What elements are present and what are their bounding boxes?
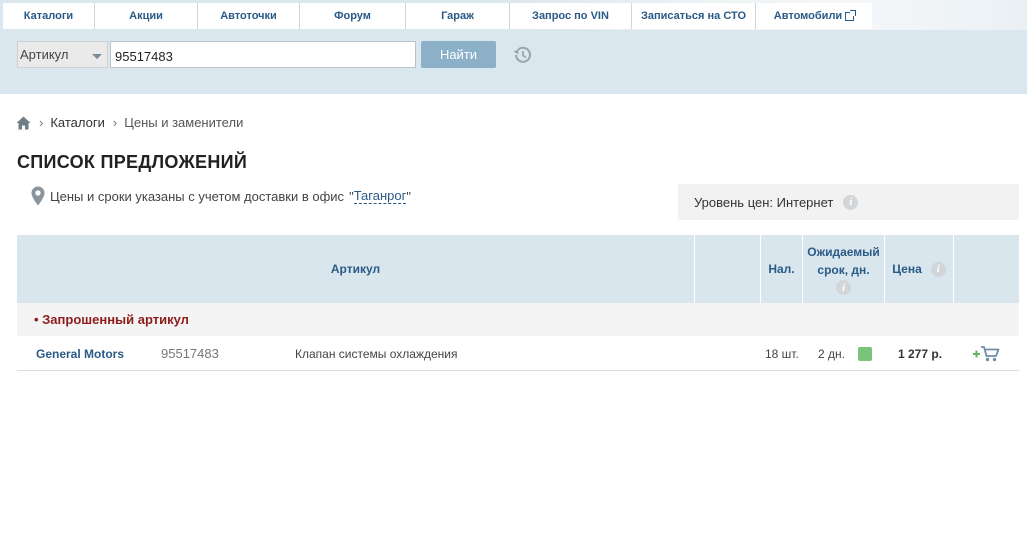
row-article: 95517483 (161, 346, 219, 361)
home-icon[interactable] (16, 116, 31, 130)
row-brand[interactable]: General Motors (36, 336, 124, 371)
price-level-box: Уровень цен: Интернет i (678, 184, 1019, 220)
nav-item-catalogs[interactable]: Каталоги (3, 3, 95, 29)
delivery-text: Цены и сроки указаны с учетом доставки в… (50, 188, 345, 204)
nav-item-service-booking[interactable]: Записаться на СТО (632, 3, 756, 29)
header-expected-term[interactable]: Ожидаемый срок, дн. i (803, 235, 885, 303)
offers-table: Артикул Нал. Ожидаемый срок, дн. i Цена … (17, 235, 1019, 371)
nav-item-cars[interactable]: Автомобили (756, 3, 872, 29)
breadcrumb-current: Цены и заменители (124, 115, 244, 130)
info-icon[interactable]: i (930, 261, 946, 277)
header-price[interactable]: Цена i (885, 235, 954, 303)
search-type-select[interactable]: Артикул (17, 41, 108, 68)
main-nav: Каталоги Акции Автоточки Форум Гараж Зап… (3, 3, 872, 29)
group-label-requested: • Запрошенный артикул (17, 303, 1019, 336)
header-actions (954, 235, 1019, 303)
nav-item-forum[interactable]: Форум (300, 3, 406, 29)
row-quantity: 18 шт. (765, 346, 799, 361)
search-input[interactable] (110, 41, 416, 68)
info-icon[interactable]: i (843, 194, 859, 210)
row-price: 1 277 р. (898, 346, 943, 361)
table-header: Артикул Нал. Ожидаемый срок, дн. i Цена … (17, 235, 1019, 303)
header-empty (695, 235, 761, 303)
price-level-text: Уровень цен: Интернет (694, 194, 834, 210)
nav-item-vin-request[interactable]: Запрос по VIN (510, 3, 632, 29)
top-header: Каталоги Акции Автоточки Форум Гараж Зап… (0, 0, 1027, 94)
chevron-right-icon: › (112, 115, 118, 130)
search-button[interactable]: Найти (421, 41, 496, 68)
external-link-icon (845, 9, 857, 21)
nav-item-promotions[interactable]: Акции (95, 3, 198, 29)
nav-item-garage[interactable]: Гараж (406, 3, 510, 29)
breadcrumb: › Каталоги › Цены и заменители (16, 115, 243, 130)
header-availability[interactable]: Нал. (761, 235, 803, 303)
header-article[interactable]: Артикул (17, 235, 695, 303)
add-to-cart-button[interactable] (972, 336, 1000, 371)
add-to-cart-icon (973, 345, 1000, 361)
page-title: СПИСОК ПРЕДЛОЖЕНИЙ (17, 152, 248, 172)
chevron-down-icon (92, 54, 102, 59)
history-icon[interactable] (510, 45, 532, 65)
table-row: General Motors 95517483 Клапан системы о… (17, 336, 1019, 371)
info-icon[interactable]: i (836, 280, 851, 295)
row-description: Клапан системы охлаждения (295, 346, 458, 361)
nav-item-autopoints[interactable]: Автоточки (198, 3, 300, 29)
breadcrumb-catalogs[interactable]: Каталоги (50, 115, 105, 130)
row-term: 2 дн. (818, 336, 872, 371)
office-link[interactable]: Таганрог (353, 188, 407, 204)
availability-indicator (857, 346, 872, 361)
delivery-info: Цены и сроки указаны с учетом доставки в… (31, 186, 411, 206)
location-pin-icon (31, 186, 45, 206)
chevron-right-icon: › (39, 115, 44, 130)
search-type-value: Артикул (20, 47, 69, 62)
